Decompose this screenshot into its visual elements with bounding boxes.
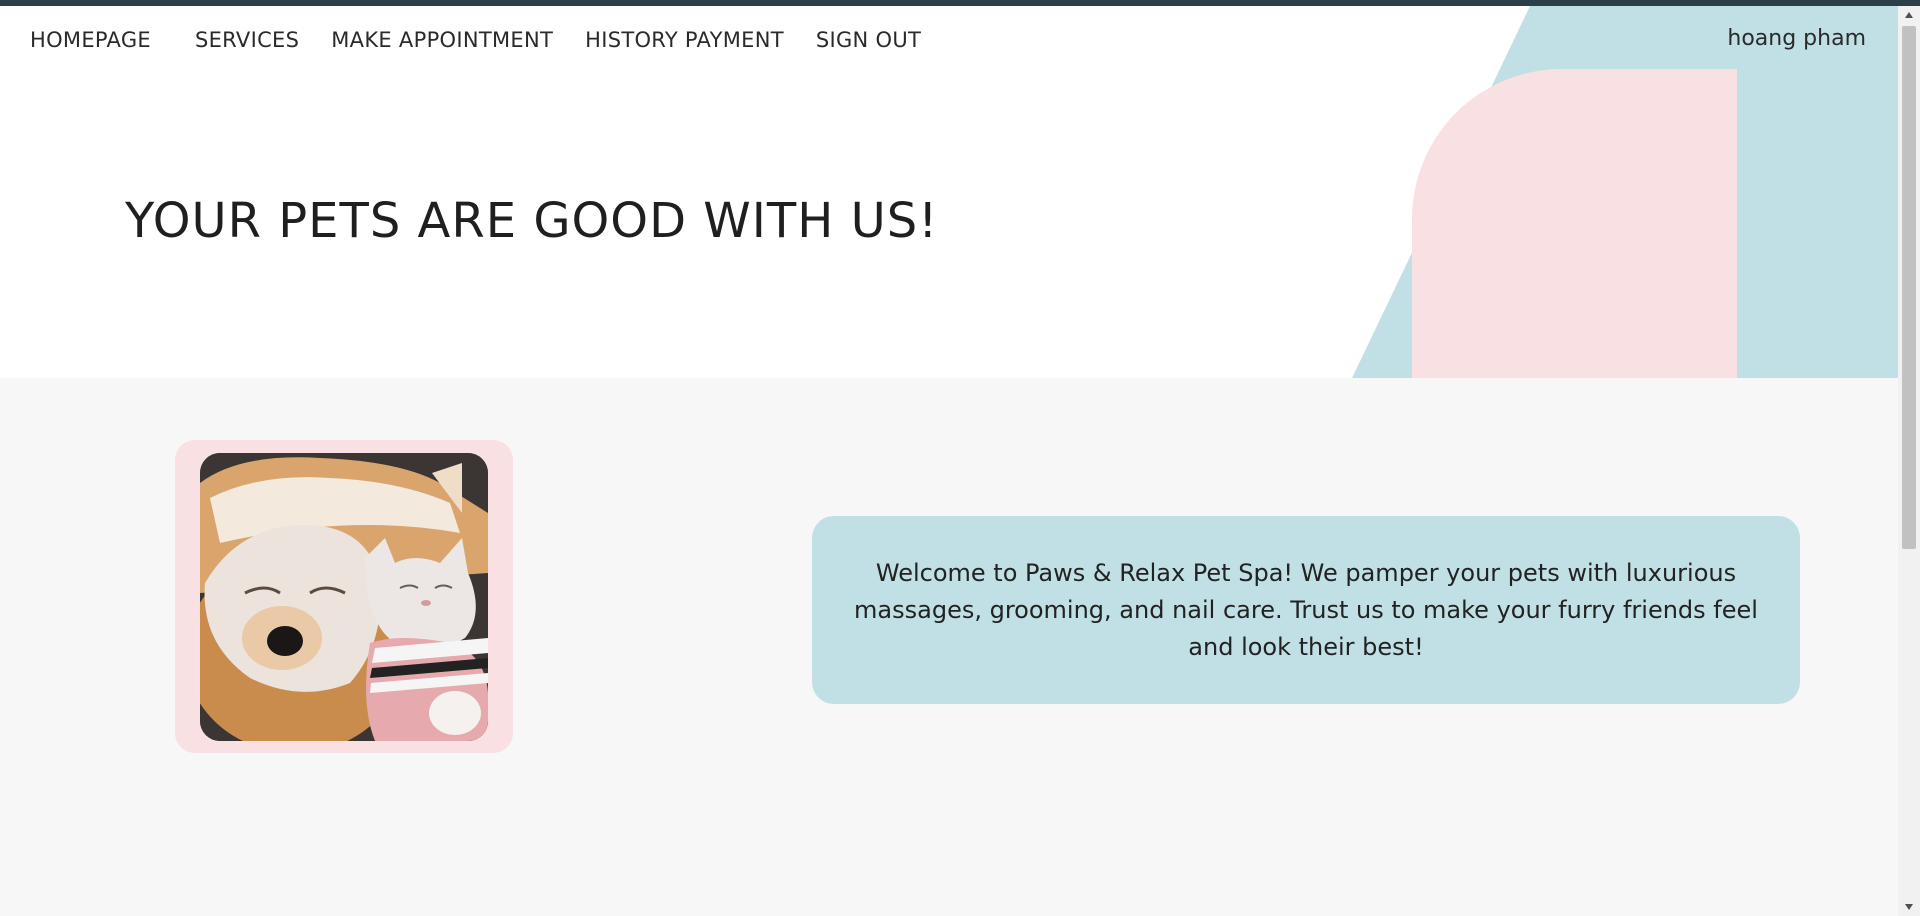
about-section: Welcome to Paws & Relax Pet Spa! We pamp… <box>0 378 1898 916</box>
pets-photo <box>200 453 488 741</box>
pets-face-mask-photo-icon <box>200 453 488 741</box>
welcome-text: Welcome to Paws & Relax Pet Spa! We pamp… <box>854 558 1758 661</box>
main-nav: HOMEPAGE SERVICES MAKE APPOINTMENT HISTO… <box>30 28 921 52</box>
nav-make-appointment-link[interactable]: MAKE APPOINTMENT <box>331 28 553 52</box>
scroll-down-arrow-icon[interactable] <box>1898 898 1920 916</box>
hero-section: HOMEPAGE SERVICES MAKE APPOINTMENT HISTO… <box>0 6 1898 378</box>
user-name[interactable]: hoang pham <box>1727 26 1866 51</box>
scroll-thumb[interactable] <box>1902 26 1916 549</box>
welcome-box: Welcome to Paws & Relax Pet Spa! We pamp… <box>812 516 1800 704</box>
nav-homepage-link[interactable]: HOMEPAGE <box>30 28 151 52</box>
photo-frame <box>175 440 513 753</box>
hero-decor-pink-shape <box>1412 69 1737 378</box>
hero-title: YOUR PETS ARE GOOD WITH US! <box>125 193 939 249</box>
nav-services-link[interactable]: SERVICES <box>195 28 299 52</box>
nav-history-payment-link[interactable]: HISTORY PAYMENT <box>585 28 784 52</box>
nav-sign-out-link[interactable]: SIGN OUT <box>816 28 921 52</box>
scroll-up-arrow-icon[interactable] <box>1898 6 1920 24</box>
vertical-scrollbar[interactable] <box>1898 6 1920 916</box>
page: HOMEPAGE SERVICES MAKE APPOINTMENT HISTO… <box>0 6 1898 916</box>
